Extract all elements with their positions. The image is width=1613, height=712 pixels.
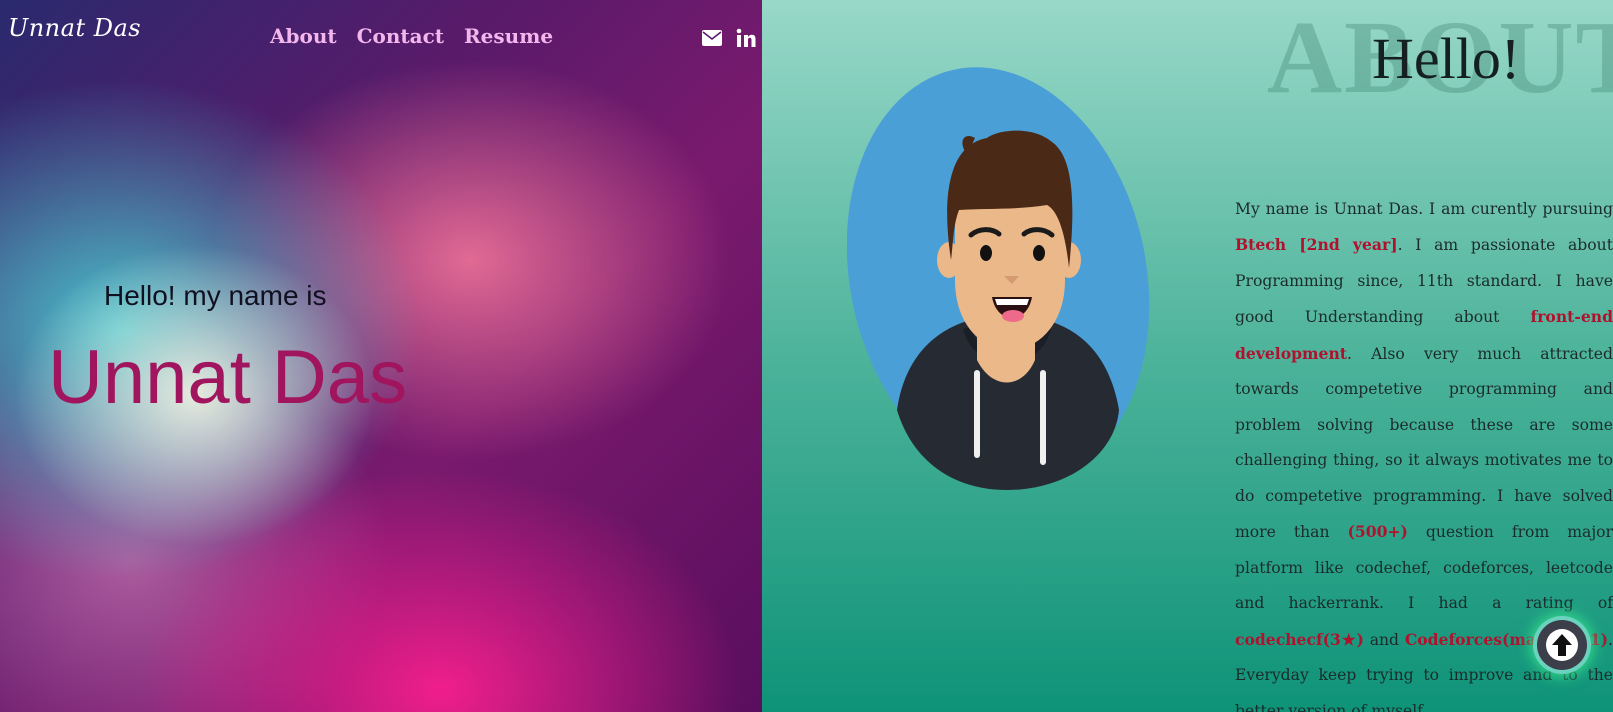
site-logo[interactable]: Unnat Das [8, 14, 141, 42]
about-highlight: codechecf(3★) [1235, 629, 1364, 649]
scroll-to-top-button[interactable] [1537, 620, 1587, 670]
about-text: and [1363, 630, 1405, 649]
avatar [847, 67, 1150, 490]
about-heading: Hello! [1372, 26, 1521, 91]
main-nav: About Contact Resume [270, 24, 553, 48]
nav-about[interactable]: About [270, 24, 337, 48]
envelope-icon[interactable] [702, 28, 722, 48]
arrow-up-icon [1546, 629, 1578, 661]
hero-section: Unnat Das About Contact Resume Hello! my… [0, 0, 762, 712]
hero-name: Unnat Das [48, 335, 408, 420]
linkedin-icon[interactable] [736, 28, 756, 48]
about-highlight: (500+) [1347, 522, 1408, 542]
about-text: . Also very much attracted towards compe… [1235, 344, 1613, 542]
social-links [702, 28, 756, 48]
hero-greeting: Hello! my name is [104, 280, 327, 311]
about-text: My name is Unnat Das. I am curently purs… [1235, 199, 1613, 218]
nav-resume[interactable]: Resume [464, 24, 553, 48]
nav-contact[interactable]: Contact [357, 24, 444, 48]
about-section: ABOUT Hello! My name is Unnat Das. I am … [762, 0, 1613, 712]
about-highlight: Btech [2nd year] [1235, 235, 1398, 255]
